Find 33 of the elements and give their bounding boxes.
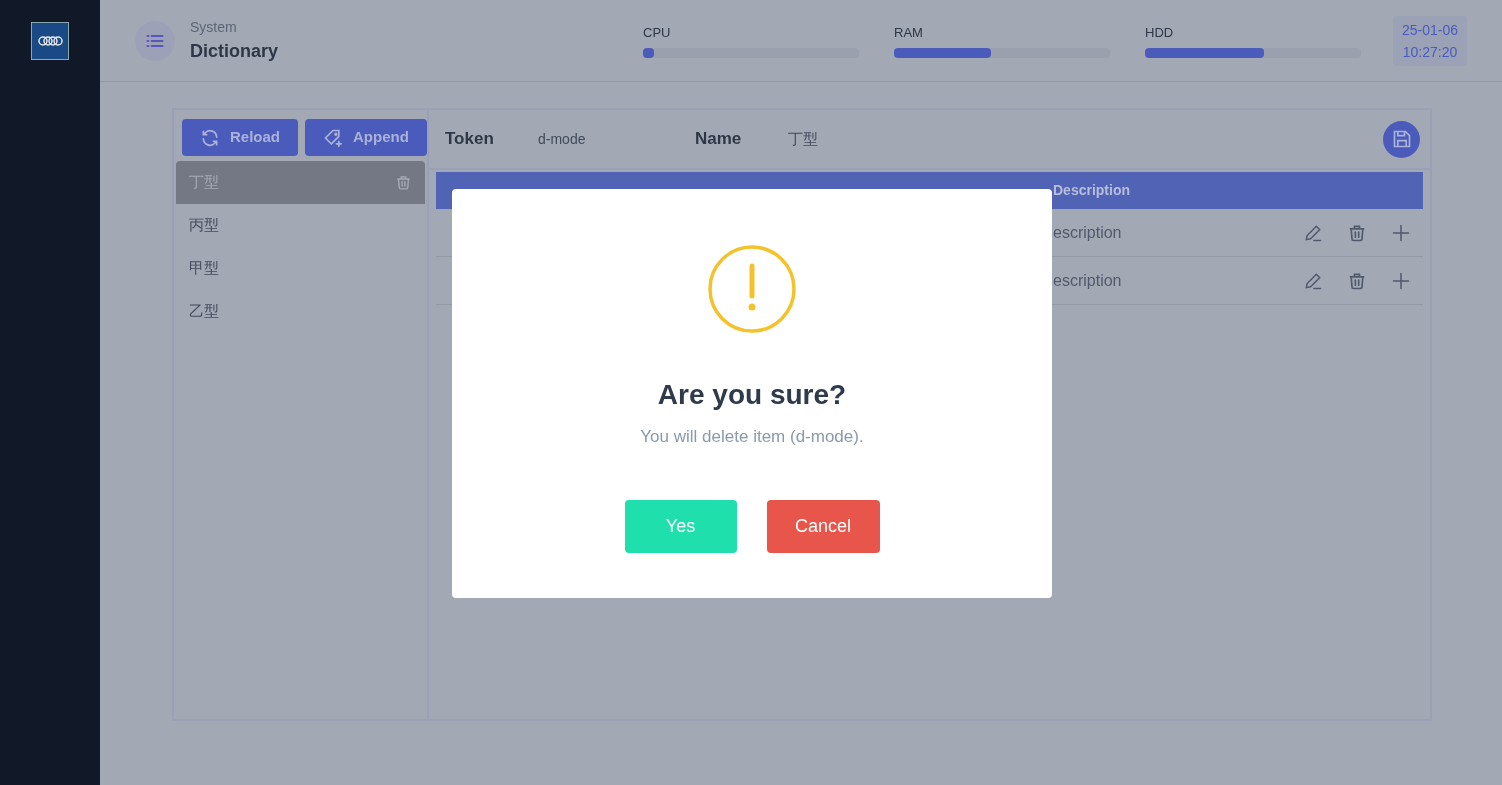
add-icon[interactable] (1391, 222, 1411, 243)
meter-label: CPU (643, 23, 672, 42)
logo-icon[interactable] (31, 22, 69, 60)
edit-icon[interactable] (1303, 222, 1323, 243)
add-icon[interactable] (1391, 270, 1411, 291)
name-label: Name (695, 128, 743, 151)
save-icon (1391, 129, 1412, 149)
table-cell-text: escription (1053, 270, 1122, 291)
name-value: 丁型 (788, 128, 818, 149)
trash-icon[interactable] (395, 174, 412, 191)
tag-plus-icon (323, 127, 343, 148)
page-title: Dictionary (190, 39, 279, 63)
meter-label: HDD (1145, 23, 1175, 42)
dialog-message: You will delete item (d-mode). (640, 426, 864, 448)
cancel-button[interactable]: Cancel (766, 499, 880, 553)
list-icon[interactable] (135, 20, 175, 61)
token-label: Token (445, 128, 495, 151)
table-cell-text: escription (1053, 222, 1122, 243)
refresh-icon (200, 127, 220, 148)
breadcrumb-subtitle: System (190, 17, 238, 37)
column-header: Description (1053, 181, 1130, 200)
list-item[interactable]: 丙型 (176, 204, 425, 247)
token-value: d-mode (538, 129, 587, 149)
dialog-title: Are you sure? (657, 378, 847, 412)
meter-label: RAM (894, 23, 924, 42)
toolbar-button[interactable]: Append (305, 119, 427, 156)
list-item[interactable]: 乙型 (176, 290, 425, 333)
edit-icon[interactable] (1303, 270, 1323, 291)
list-item[interactable]: 甲型 (176, 247, 425, 290)
save-button[interactable] (1383, 120, 1420, 158)
warning-icon (707, 244, 797, 334)
toolbar-button[interactable]: Reload (182, 119, 298, 156)
clock: 25-01-06 10:27:20 (1392, 15, 1467, 66)
